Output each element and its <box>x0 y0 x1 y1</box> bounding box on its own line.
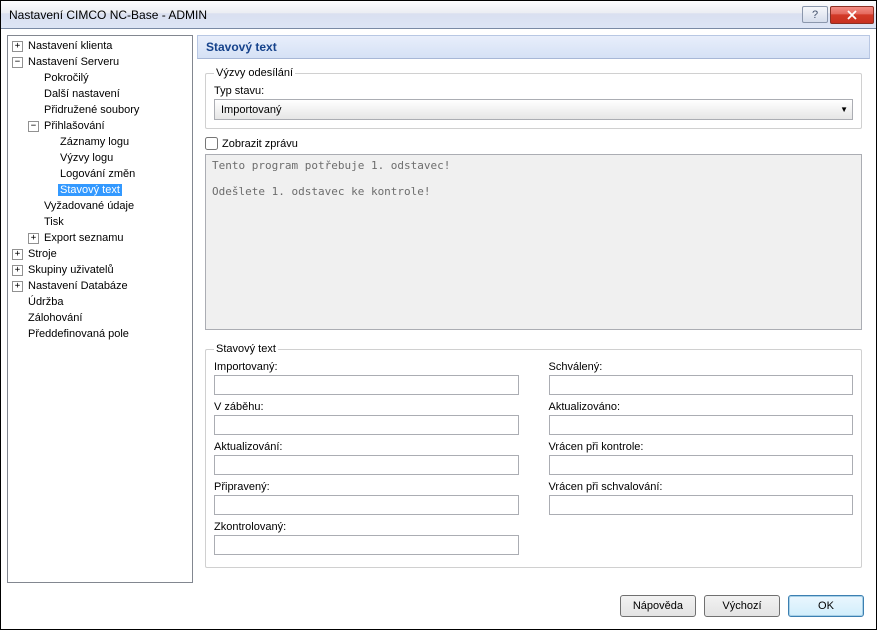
running-input[interactable] <box>214 415 519 435</box>
expand-icon[interactable]: + <box>12 265 23 276</box>
type-label: Typ stavu: <box>214 85 853 97</box>
window-title: Nastavení CIMCO NC-Base - ADMIN <box>9 8 802 22</box>
imported-input[interactable] <box>214 375 519 395</box>
close-button[interactable] <box>830 6 874 24</box>
field-label: Aktualizování: <box>214 441 519 453</box>
chevron-down-icon: ▼ <box>840 105 848 114</box>
page-title: Stavový text <box>197 35 870 59</box>
window-controls: ? <box>802 6 874 24</box>
tree-item[interactable]: Stroje <box>26 248 59 260</box>
tree-item[interactable]: Údržba <box>26 296 65 308</box>
help-button[interactable]: ? <box>802 6 828 23</box>
titlebar: Nastavení CIMCO NC-Base - ADMIN ? <box>1 1 876 29</box>
updated-input[interactable] <box>549 415 854 435</box>
tree-item[interactable]: Výzvy logu <box>58 152 115 164</box>
tree-item[interactable]: Přihlašování <box>42 120 107 132</box>
collapse-icon[interactable]: − <box>28 121 39 132</box>
tree-item[interactable]: Vyžadované údaje <box>42 200 136 212</box>
help-button[interactable]: Nápověda <box>620 595 696 617</box>
tree-item[interactable]: Zálohování <box>26 312 84 324</box>
tree-item[interactable]: Skupiny uživatelů <box>26 264 116 276</box>
tree-item[interactable]: Předdefinovaná pole <box>26 328 131 340</box>
approved-input[interactable] <box>549 375 854 395</box>
tree-item[interactable]: Přidružené soubory <box>42 104 141 116</box>
tree-item[interactable]: Pokročilý <box>42 72 91 84</box>
nav-tree[interactable]: +Nastavení klienta −Nastavení Serveru Po… <box>7 35 193 583</box>
message-textarea <box>205 154 862 330</box>
tree-item[interactable]: Export seznamu <box>42 232 125 244</box>
field-label: Aktualizováno: <box>549 401 854 413</box>
group-send-prompts: Výzvy odesílání Typ stavu: Importovaný ▼ <box>205 67 862 129</box>
tree-item[interactable]: Tisk <box>42 216 66 228</box>
ready-input[interactable] <box>214 495 519 515</box>
expand-icon[interactable]: + <box>28 233 39 244</box>
returned-approve-input[interactable] <box>549 495 854 515</box>
returned-check-input[interactable] <box>549 455 854 475</box>
close-icon <box>846 10 858 20</box>
field-label: Schválený: <box>549 361 854 373</box>
show-message-label: Zobrazit zprávu <box>222 138 298 150</box>
field-label: Vrácen při schvalování: <box>549 481 854 493</box>
field-label: Připravený: <box>214 481 519 493</box>
ok-button[interactable]: OK <box>788 595 864 617</box>
field-label: V záběhu: <box>214 401 519 413</box>
show-message-checkbox[interactable] <box>205 137 218 150</box>
tree-item[interactable]: Nastavení klienta <box>26 40 114 52</box>
collapse-icon[interactable]: − <box>12 57 23 68</box>
group-status-text: Stavový text Importovaný: Schválený: V z… <box>205 343 862 568</box>
dropdown-value: Importovaný <box>221 104 282 116</box>
expand-icon[interactable]: + <box>12 281 23 292</box>
tree-item-selected[interactable]: Stavový text <box>58 184 122 196</box>
tree-item[interactable]: Další nastavení <box>42 88 122 100</box>
field-label: Vrácen při kontrole: <box>549 441 854 453</box>
default-button[interactable]: Výchozí <box>704 595 780 617</box>
group-legend: Výzvy odesílání <box>214 67 295 79</box>
state-type-dropdown[interactable]: Importovaný ▼ <box>214 99 853 120</box>
tree-item[interactable]: Nastavení Databáze <box>26 280 130 292</box>
expand-icon[interactable]: + <box>12 41 23 52</box>
field-label: Zkontrolovaný: <box>214 521 519 533</box>
tree-item[interactable]: Logování změn <box>58 168 137 180</box>
expand-icon[interactable]: + <box>12 249 23 260</box>
checked-input[interactable] <box>214 535 519 555</box>
tree-item[interactable]: Nastavení Serveru <box>26 56 121 68</box>
updating-input[interactable] <box>214 455 519 475</box>
field-label: Importovaný: <box>214 361 519 373</box>
dialog-buttons: Nápověda Výchozí OK <box>1 589 876 623</box>
group-legend: Stavový text <box>214 343 278 355</box>
tree-item[interactable]: Záznamy logu <box>58 136 131 148</box>
